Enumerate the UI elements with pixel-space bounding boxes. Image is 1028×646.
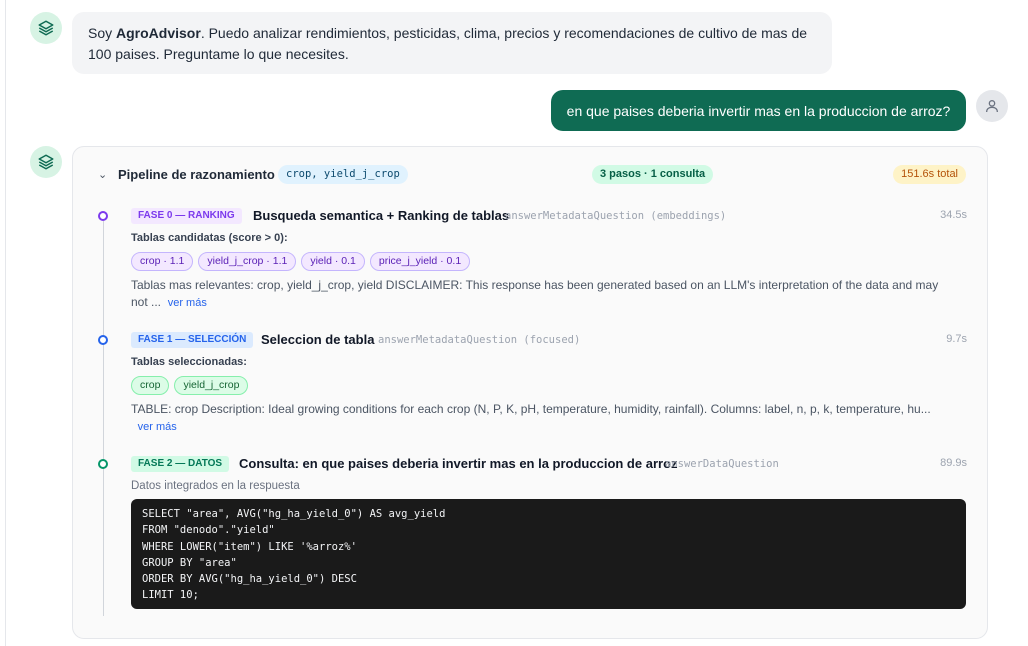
phase-time: 9.7s [946, 333, 967, 345]
chevron-down-icon[interactable]: ⌄ [98, 168, 107, 181]
phase-tag: FASE 0 — RANKING [131, 208, 242, 224]
phase-title: Seleccion de tabla [261, 332, 375, 347]
total-time-badge: 151.6s total [893, 165, 966, 184]
sql-code-block: SELECT "area", AVG("hg_ha_yield_0") AS a… [131, 499, 966, 609]
description-line: not ... [131, 295, 162, 309]
assistant-avatar [30, 12, 62, 44]
phase-function: answerMetadataQuestion (focused) [378, 334, 581, 346]
candidate-tables: crop · 1.1 yield_j_crop · 1.1 yield · 0.… [131, 252, 471, 271]
code-line: SELECT "area", AVG("hg_ha_yield_0") AS a… [142, 508, 446, 520]
code-line: FROM "denodo"."yield" [142, 524, 275, 537]
pipeline-title: Pipeline de razonamiento [118, 167, 275, 182]
phase-title: Busqueda semantica + Ranking de tablas [253, 208, 510, 223]
candidate-tables-label: Tablas candidatas (score > 0): [131, 232, 288, 244]
description-line: TABLE: crop Description: Ideal growing c… [131, 402, 931, 416]
table-chip: yield · 0.1 [301, 252, 365, 271]
phase-note: Datos integrados en la respuesta [131, 480, 300, 492]
user-message: en que paises deberia invertir mas en la… [551, 90, 966, 131]
pipeline-header[interactable]: ⌄ Pipeline de razonamiento crop, yield_j… [73, 165, 987, 185]
phase-description: TABLE: crop Description: Ideal growing c… [131, 401, 967, 436]
phase-1: FASE 1 — SELECCIÓN Seleccion de tabla an… [131, 332, 967, 433]
assistant-intro-message: Soy AgroAdvisor. Puedo analizar rendimie… [72, 12, 832, 74]
phase-0-marker [98, 211, 108, 221]
left-divider [5, 0, 6, 646]
reasoning-pipeline-card: ⌄ Pipeline de razonamiento crop, yield_j… [72, 146, 988, 639]
phase-time: 34.5s [940, 209, 967, 221]
intro-prefix: Soy [88, 25, 117, 41]
phase-function: answerMetadataQuestion (embeddings) [505, 210, 727, 222]
phase-1-marker [98, 335, 108, 345]
see-more-link[interactable]: ver más [168, 297, 207, 309]
phase-tag: FASE 2 — DATOS [131, 456, 230, 472]
table-chip: price_j_yield · 0.1 [369, 252, 471, 271]
phase-function: answerDataQuestion [665, 458, 779, 470]
layers-icon [38, 20, 54, 36]
phase-description: Tablas mas relevantes: crop, yield_j_cro… [131, 277, 967, 312]
phase-time: 89.9s [940, 457, 967, 469]
user-avatar [976, 90, 1008, 122]
table-chip: crop [131, 376, 170, 395]
selected-tables: crop yield_j_crop [131, 376, 249, 395]
phase-tag: FASE 1 — SELECCIÓN [131, 332, 254, 348]
table-chip: yield_j_crop · 1.1 [198, 252, 297, 271]
selected-tables-label: Tablas seleccionadas: [131, 356, 247, 368]
see-more-link[interactable]: ver más [138, 421, 177, 433]
user-icon [986, 100, 998, 113]
table-chip: yield_j_crop [174, 376, 249, 395]
timeline-line [103, 221, 104, 616]
code-line: ORDER BY AVG("hg_ha_yield_0") DESC [142, 573, 357, 586]
code-line: LIMIT 10; [142, 589, 199, 602]
code-line: WHERE LOWER("item") LIKE '%arroz%' [142, 540, 357, 553]
intro-text: . Puedo analizar rendimientos, pesticida… [200, 25, 808, 41]
phase-0: FASE 0 — RANKING Busqueda semantica + Ra… [131, 208, 967, 309]
steps-badge: 3 pasos · 1 consulta [592, 165, 714, 184]
code-line: GROUP BY "area" [142, 556, 237, 569]
description-line: Tablas mas relevantes: crop, yield_j_cro… [131, 278, 939, 292]
intro-text-line2: 100 paises. Preguntame lo que necesites. [88, 46, 349, 62]
assistant-name: AgroAdvisor [116, 25, 201, 41]
table-chip: crop · 1.1 [131, 252, 194, 271]
assistant-avatar [30, 146, 62, 178]
phase-2: FASE 2 — DATOS Consulta: en que paises d… [131, 456, 967, 492]
tables-badge: crop, yield_j_crop [278, 165, 408, 184]
layers-icon [38, 154, 54, 170]
phase-2-marker [98, 459, 108, 469]
phase-title: Consulta: en que paises deberia invertir… [239, 456, 678, 471]
